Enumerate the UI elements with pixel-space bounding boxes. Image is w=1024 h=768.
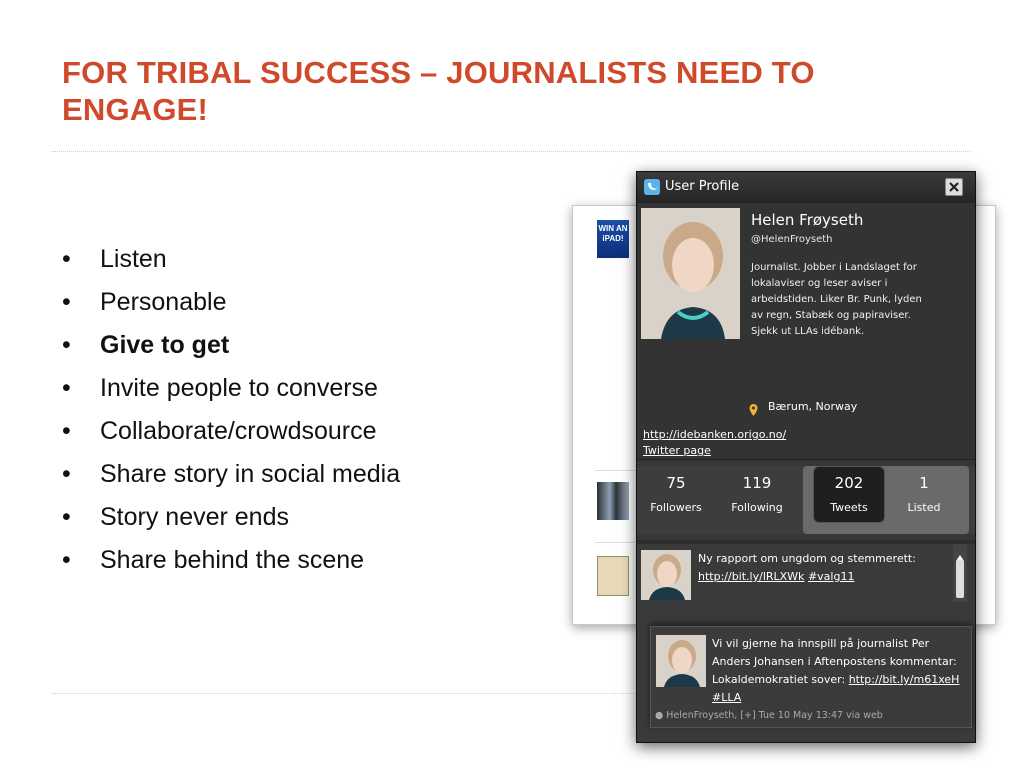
profile-stats-bar: 75 Followers 119 Following 202 Tweets 1 …	[637, 459, 975, 540]
bullet-marker: •	[62, 503, 71, 531]
profile-website-link[interactable]: http://idebanken.origo.no/	[643, 428, 786, 441]
bullet-text: Share story in social media	[100, 460, 401, 488]
bullet-list: • Listen • Personable • Give to get • Invite…	[60, 238, 400, 582]
scrollbar-thumb[interactable]	[956, 560, 964, 598]
tweets-tab[interactable]: 202 Tweets	[813, 466, 885, 523]
followers-count: 75	[666, 474, 686, 492]
followers-label: Followers	[650, 501, 702, 514]
bullet-marker: •	[62, 546, 71, 574]
bullet-item: • Give to get	[60, 324, 400, 367]
bullet-item: • Personable	[60, 281, 400, 324]
followers-stat[interactable]: 75 Followers	[637, 460, 715, 528]
following-count: 119	[742, 474, 772, 492]
close-icon	[946, 179, 962, 195]
following-label: Following	[731, 501, 783, 514]
location-pin-icon	[749, 401, 758, 416]
poster-thumbnail[interactable]	[597, 556, 629, 596]
bullet-item: • Share behind the scene	[60, 539, 400, 582]
tweet-text: Vi vil gjerne ha innspill på journalist …	[712, 635, 964, 707]
tweet-text: Ny rapport om ungdom og stemmerett: http…	[698, 550, 948, 586]
waterfall-thumbnail[interactable]	[597, 482, 629, 520]
tweet-link[interactable]: http://bit.ly/lRLXWk	[698, 570, 804, 583]
bullet-text: Collaborate/crowdsource	[100, 417, 377, 445]
bullet-item: • Listen	[60, 238, 400, 281]
profile-avatar[interactable]	[641, 208, 740, 339]
tweets-count: 202	[834, 474, 864, 492]
bullet-text: Listen	[100, 245, 167, 273]
profile-location: Bærum, Norway	[768, 400, 858, 413]
listed-count: 1	[919, 474, 929, 492]
twitter-page-link[interactable]: Twitter page	[643, 444, 711, 457]
tweet-meta: ● HelenFroyseth, [+] Tue 10 May 13:47 vi…	[655, 710, 883, 721]
bullet-text: Invite people to converse	[100, 374, 378, 402]
bullet-marker: •	[62, 245, 71, 273]
tweet-hashtag[interactable]: #LLA	[712, 691, 741, 704]
listed-stat[interactable]: 1 Listed	[885, 460, 963, 528]
bullet-text: Give to get	[100, 331, 230, 359]
tweet-avatar[interactable]	[656, 635, 706, 687]
bullet-text: Share behind the scene	[100, 546, 365, 574]
tweet-hashtag[interactable]: #valg11	[808, 570, 855, 583]
bullet-item: • Story never ends	[60, 496, 400, 539]
divider	[595, 470, 635, 471]
tweet-item[interactable]: Ny rapport om ungdom og stemmerett: http…	[641, 548, 955, 604]
bullet-marker: •	[62, 460, 71, 488]
bullet-marker: •	[62, 374, 71, 402]
bullet-item: • Invite people to converse	[60, 367, 400, 410]
tweet-body: Ny rapport om ungdom og stemmerett:	[698, 552, 916, 565]
bullet-item: • Share story in social media	[60, 453, 400, 496]
bullet-marker: •	[62, 331, 71, 359]
bullet-marker: •	[62, 288, 71, 316]
tweet-popout[interactable]: Vi vil gjerne ha innspill på journalist …	[650, 626, 972, 728]
ipad-ad-thumbnail[interactable]: WIN AN iPAD!	[597, 220, 629, 258]
slide-title: FOR TRIBAL SUCCESS – JOURNALISTS NEED TO…	[62, 55, 815, 127]
twitter-bird-icon	[644, 179, 660, 195]
profile-bio: Journalist. Jobber i Landslaget for loka…	[751, 262, 922, 337]
tweet-avatar[interactable]	[641, 550, 691, 600]
tweet-list-scrollbar[interactable]	[953, 544, 967, 602]
listed-label: Listed	[907, 501, 941, 514]
tweets-label: Tweets	[830, 501, 868, 514]
bullet-marker: •	[62, 417, 71, 445]
bullet-item: • Collaborate/crowdsource	[60, 410, 400, 453]
profile-handle: @HelenFroyseth	[751, 234, 833, 245]
bullet-text: Personable	[100, 288, 227, 316]
divider	[595, 542, 635, 543]
tweet-link[interactable]: http://bit.ly/m61xeH	[849, 673, 960, 686]
window-title: User Profile	[665, 179, 740, 194]
window-titlebar[interactable]: User Profile	[637, 172, 975, 203]
bullet-text: Story never ends	[100, 503, 289, 531]
ipad-ad-text: WIN AN iPAD!	[598, 224, 628, 243]
following-stat[interactable]: 119 Following	[718, 460, 796, 528]
title-divider	[52, 151, 970, 152]
close-button[interactable]	[945, 178, 963, 196]
profile-name: Helen Frøyseth	[751, 211, 864, 229]
